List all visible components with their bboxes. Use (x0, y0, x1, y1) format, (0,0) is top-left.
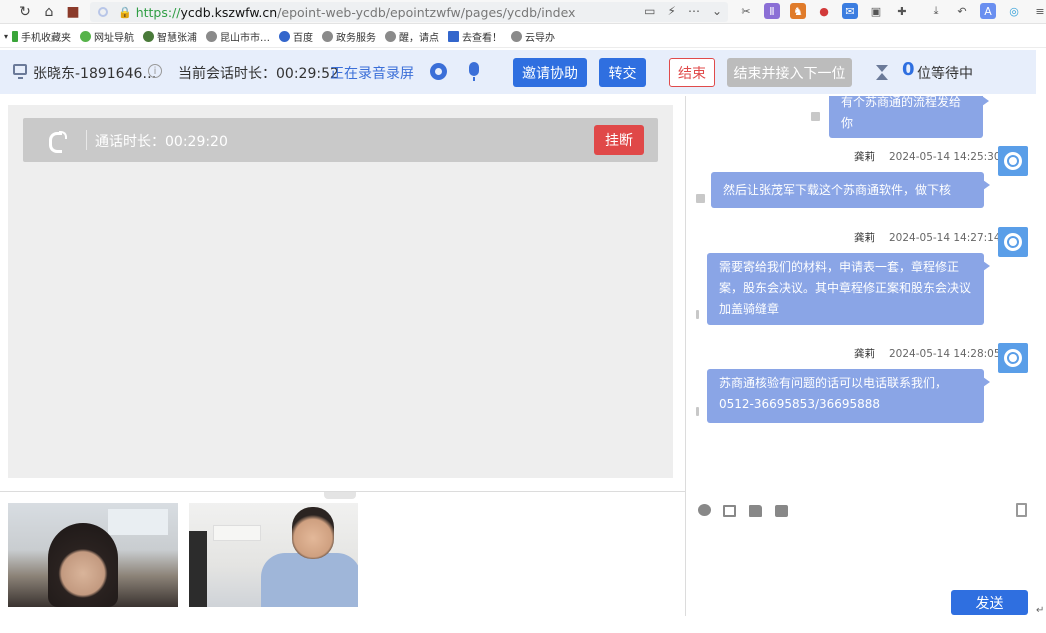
bookmark-icon (80, 31, 92, 42)
message-input[interactable] (695, 525, 1030, 585)
invite-assist-button[interactable]: 邀请协助 (513, 58, 587, 87)
message-status-icon (696, 407, 699, 416)
phone-icon (47, 129, 67, 153)
call-status-bar: 通话时长：00:29:20 挂断 (23, 118, 658, 162)
browser-logo-icon[interactable]: ◎ (1006, 3, 1022, 19)
collapse-handle[interactable] (324, 492, 356, 499)
bookmark-icon (143, 31, 155, 42)
emoji-icon[interactable] (698, 504, 711, 516)
bookmark-icon (385, 31, 397, 42)
url-domain: ycdb.kszwfw.cn (180, 4, 278, 20)
chat-message: 有个苏商通的流程发给你 (829, 96, 989, 138)
home-icon[interactable]: ⌂ (38, 1, 60, 23)
puzzle-icon[interactable]: ✚ (894, 3, 910, 19)
lightning-icon[interactable]: ⚡ (668, 4, 676, 18)
hourglass-icon (876, 65, 888, 80)
bookmarks-bar: ▾ 手机收藏夹 网址导航 智慧张浦 昆山市市… 百度 政务服务 醒，请点 去查看… (0, 26, 1046, 48)
message-meta: 龚莉 2024-05-14 14:28:05 (854, 348, 1001, 360)
agent-avatar-icon (998, 146, 1028, 176)
url-path: /epoint-web-ycdb/epointzwfw/pages/ycdb/i… (277, 4, 576, 20)
bookmark-icon (511, 31, 523, 42)
caller-name: 张晓东-1891646… (33, 66, 157, 82)
menu-icon[interactable]: ≡ (1032, 3, 1046, 19)
transfer-button[interactable]: 转交 (599, 58, 646, 87)
site-shield-icon (98, 7, 108, 17)
video-person (292, 507, 334, 559)
video-person (48, 523, 118, 607)
quick-reply-icon[interactable] (775, 505, 788, 517)
end-button[interactable]: 结束 (669, 58, 715, 87)
download-icon[interactable]: ⤓ (928, 3, 944, 19)
agent-video[interactable] (189, 503, 358, 607)
more-icon[interactable]: ⋯ (688, 4, 700, 18)
message-meta: 龚莉 2024-05-14 14:25:30 (854, 151, 1001, 163)
screen-capture-icon[interactable]: ▣ (868, 3, 884, 19)
browser-toolbar: ↻ ⌂ ■ 🔒 https://ycdb.kszwfw.cn/epoint-we… (0, 0, 1046, 24)
chat-message: 苏商通核验有问题的话可以电话联系我们，0512-36695853/3669588… (707, 369, 990, 423)
mail-icon[interactable]: ✉ (842, 3, 858, 19)
video-background (108, 509, 168, 535)
agent-avatar-icon (998, 343, 1028, 373)
extension-bag-icon[interactable]: ■ (62, 1, 84, 23)
reader-mode-icon[interactable]: Ⅱ (764, 3, 780, 19)
bookmark-item[interactable]: 政务服务 (322, 29, 376, 44)
waiting-count: 0 (902, 59, 915, 80)
monitor-icon (13, 64, 27, 79)
folder-icon[interactable] (749, 505, 762, 517)
lock-icon: 🔒 (118, 5, 132, 19)
message-meta: 龚莉 2024-05-14 14:27:14 (854, 232, 1001, 244)
message-status-icon (811, 112, 820, 121)
send-button[interactable]: 发送 (951, 590, 1028, 615)
chat-message: 需要寄给我们的材料，申请表一套，章程修正案，股东会决议。其中章程修正案和股东会决… (707, 253, 990, 325)
session-duration: 当前会话时长：00:29:52 (178, 66, 339, 82)
video-person (261, 553, 358, 607)
info-icon[interactable]: i (148, 64, 162, 78)
video-person (189, 531, 207, 607)
video-background (213, 525, 261, 541)
call-duration: 通话时长：00:29:20 (95, 134, 228, 150)
bookmark-item[interactable]: 手机收藏夹 (12, 29, 71, 44)
end-and-next-button[interactable]: 结束并接入下一位 (727, 58, 852, 87)
bookmark-item[interactable]: 云导办 (511, 29, 555, 44)
address-bar[interactable]: 🔒 https://ycdb.kszwfw.cn/epoint-web-ycdb… (90, 2, 728, 22)
chat-history[interactable]: 有个苏商通的流程发给你 龚莉 2024-05-14 14:25:30 然后让张茂军… (686, 96, 1036, 491)
bookmark-item[interactable]: 智慧张浦 (143, 29, 197, 44)
bookmark-icon (322, 31, 334, 42)
reader-icon[interactable]: ▭ (644, 4, 655, 18)
bookmark-icon (279, 31, 291, 42)
divider (86, 130, 87, 150)
history-icon[interactable] (1016, 503, 1027, 517)
hangup-button[interactable]: 挂断 (594, 125, 644, 155)
microphone-icon[interactable] (469, 62, 479, 81)
message-status-icon (696, 194, 705, 203)
agent-avatar-icon (998, 227, 1028, 257)
bookmark-arrow-icon[interactable]: ▾ (4, 32, 8, 41)
waiting-label: 位等待中 (917, 66, 973, 82)
weibo-icon[interactable]: ● (816, 3, 832, 19)
bookmark-icon (448, 31, 460, 42)
url-scheme: https:// (135, 4, 181, 20)
camera-icon[interactable] (430, 63, 447, 80)
game-icon[interactable]: ♞ (790, 3, 806, 19)
return-icon: ↵ (1036, 605, 1045, 616)
message-status-icon (696, 310, 699, 319)
customer-video[interactable] (8, 503, 178, 607)
bookmark-icon (206, 31, 218, 42)
session-header: 张晓东-1891646… i 当前会话时长：00:29:52 正在录音录屏 邀请… (0, 50, 1036, 94)
bookmark-icon (12, 31, 19, 42)
scissors-icon[interactable]: ✂ (738, 3, 754, 19)
chevron-down-icon[interactable]: ⌄ (712, 4, 722, 18)
bookmark-item[interactable]: 网址导航 (80, 29, 134, 44)
ai-icon[interactable]: A (980, 3, 996, 19)
chat-message: 然后让张茂军下载这个苏商通软件，做下核验。 (711, 172, 990, 225)
image-icon[interactable] (723, 505, 736, 517)
bookmark-item[interactable]: 去查看！ (448, 29, 502, 44)
bookmark-item[interactable]: 昆山市市… (206, 29, 270, 44)
undo-icon[interactable]: ↶ (954, 3, 970, 19)
bookmark-item[interactable]: 百度 (279, 29, 313, 44)
bookmark-item[interactable]: 醒，请点 (385, 29, 439, 44)
recording-status: 正在录音录屏 (330, 66, 414, 82)
reload-icon[interactable]: ↻ (14, 1, 36, 23)
